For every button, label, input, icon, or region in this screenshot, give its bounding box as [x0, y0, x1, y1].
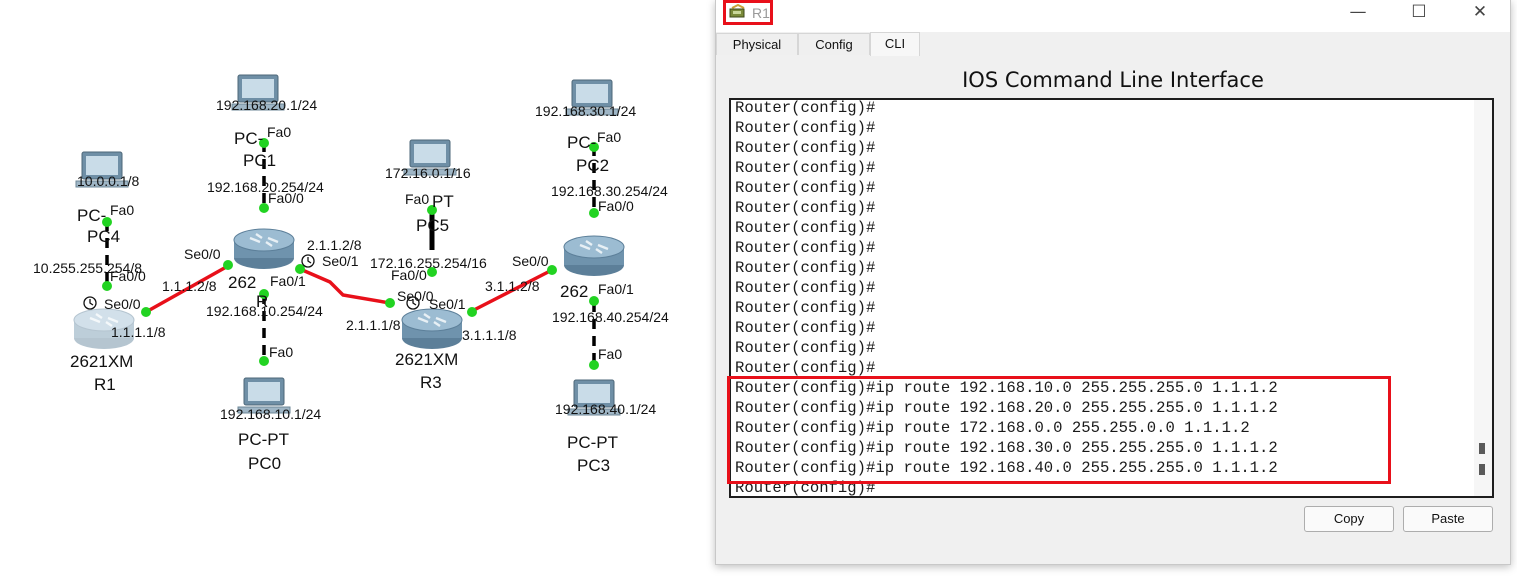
scrollbar-thumb[interactable] — [1479, 464, 1485, 475]
r3-name-label: R3 — [420, 373, 442, 392]
pc3-model-label: PC-PT — [567, 433, 618, 452]
r2-wan-right-port-label: Se0/1 — [322, 253, 359, 269]
r1-wan-ip-label: 1.1.1.1/8 — [111, 324, 166, 340]
close-button[interactable]: ✕ — [1457, 0, 1503, 26]
console-line: Router(config)# — [735, 219, 876, 237]
r1-wan-port-label: Se0/0 — [104, 296, 141, 312]
pc4-name-label: PC4 — [87, 227, 120, 246]
paste-button[interactable]: Paste — [1403, 506, 1493, 532]
console-line: Router(config)# — [735, 179, 876, 197]
pc3-ip-label: 192.168.40.1/24 — [555, 401, 656, 417]
console-line: Router(config)# — [735, 279, 876, 297]
r3-wan-left-ip-label: 2.1.1.1/8 — [346, 317, 401, 333]
pc0-name-label: PC0 — [248, 454, 281, 473]
console-line: Router(config)# — [735, 259, 876, 277]
copy-button[interactable]: Copy — [1304, 506, 1394, 532]
console-line: Router(config)# — [735, 319, 876, 337]
console-line: Router(config)# — [735, 339, 876, 357]
pc2-name-label: PC2 — [576, 156, 609, 175]
r3-lan-port-label: Fa0/0 — [391, 267, 427, 283]
pc0-model-label: PC-PT — [238, 430, 289, 449]
r4-model-label: 262 — [560, 282, 588, 301]
console-line: Router(config)# — [735, 239, 876, 257]
console-line: Router(config)# — [735, 139, 876, 157]
r2-lan-top-ip-label: 192.168.20.254/24 — [207, 179, 324, 195]
cli-heading: IOS Command Line Interface — [962, 68, 1264, 92]
r2-model-label: 262 — [228, 273, 256, 292]
scrollbar-thumb[interactable] — [1479, 443, 1485, 454]
pc4-port-label: Fa0 — [110, 202, 134, 218]
pc3-port-label: Fa0 — [598, 346, 622, 362]
title-highlight-box: R1 — [723, 0, 773, 25]
r4-lan-top-ip-label: 192.168.30.254/24 — [551, 183, 668, 199]
tab-bar: Physical Config CLI — [716, 32, 1510, 56]
commands-highlight-box — [727, 376, 1391, 484]
pc1-model-label: PC- — [234, 129, 263, 148]
pc2-model-label: PC- — [567, 133, 596, 152]
r4-wan-ip-label: 3.1.1.2/8 — [485, 278, 540, 294]
r1-name-label: R1 — [94, 375, 116, 394]
network-topology: 10.0.0.1/8 Fa0 PC- PC4 192.168.20.1/24 P… — [33, 74, 669, 475]
r2-wan-left-port-label: Se0/0 — [184, 246, 221, 262]
pc5-port-label: Fa0 — [405, 191, 429, 207]
pc0-ip-label: 192.168.10.1/24 — [220, 406, 321, 422]
console-scrollbar[interactable] — [1474, 100, 1492, 496]
console-line: Router(config)# — [735, 359, 876, 377]
pc0-port-label: Fa0 — [269, 344, 293, 360]
r3-wan-right-ip-label: 3.1.1.1/8 — [462, 327, 517, 343]
r4-lan-top-port-label: Fa0/0 — [598, 198, 634, 214]
r3-lan-ip-label: 172.16.255.254/16 — [370, 255, 487, 271]
r4-lan-bottom-ip-label: 192.168.40.254/24 — [552, 309, 669, 325]
r3-router-icon[interactable] — [400, 307, 464, 351]
console-line: Router(config)# — [735, 199, 876, 217]
router-icon — [729, 4, 745, 18]
pc2-ip-label: 192.168.30.1/24 — [535, 103, 636, 119]
pc5-model-label: PT — [432, 192, 454, 211]
tab-cli[interactable]: CLI — [870, 32, 920, 56]
r2-lan-top-port-label: Fa0/0 — [268, 190, 304, 206]
console-line: Router(config)# — [735, 299, 876, 317]
r4-wan-port-label: Se0/0 — [512, 253, 549, 269]
pc1-port-label: Fa0 — [267, 124, 291, 140]
window-title: R1 — [752, 5, 770, 21]
minimize-button[interactable]: — — [1335, 0, 1381, 26]
console-line: Router(config)# — [735, 119, 876, 137]
r4-lan-bottom-port-label: Fa0/1 — [598, 281, 634, 297]
pc3-name-label: PC3 — [577, 456, 610, 475]
r1-lan-port-label: Fa0/0 — [110, 268, 146, 284]
r2-lan-bottom-ip-label: 192.168.10.254/24 — [206, 303, 323, 319]
r2-lan-bottom-port-label: Fa0/1 — [270, 273, 306, 289]
tab-physical[interactable]: Physical — [716, 33, 798, 55]
console-line: Router(config)# — [735, 159, 876, 177]
window-titlebar[interactable]: R1 — ☐ ✕ — [716, 0, 1510, 32]
pc5-ip-label: 172.16.0.1/16 — [385, 165, 471, 181]
pc1-ip-label: 192.168.20.1/24 — [216, 97, 317, 113]
pc4-model-label: PC- — [77, 206, 106, 225]
r4-router-icon[interactable] — [562, 234, 626, 278]
tab-config[interactable]: Config — [798, 33, 870, 55]
pc5-name-label: PC5 — [416, 216, 449, 235]
pc2-port-label: Fa0 — [597, 129, 621, 145]
pc1-name-label: PC1 — [243, 151, 276, 170]
r2-router-icon[interactable] — [232, 227, 296, 271]
r3-se01-port-label: Se0/1 — [429, 296, 466, 312]
r1-model-label: 2621XM — [70, 352, 133, 371]
r2-wan-right-ip-label: 2.1.1.2/8 — [307, 237, 362, 253]
r2-wan-left-ip-label: 1.1.1.2/8 — [162, 278, 217, 294]
console-line: Router(config)# — [735, 99, 876, 117]
r3-model-label: 2621XM — [395, 350, 458, 369]
maximize-button[interactable]: ☐ — [1396, 0, 1442, 26]
pc4-ip-label: 10.0.0.1/8 — [77, 173, 139, 189]
